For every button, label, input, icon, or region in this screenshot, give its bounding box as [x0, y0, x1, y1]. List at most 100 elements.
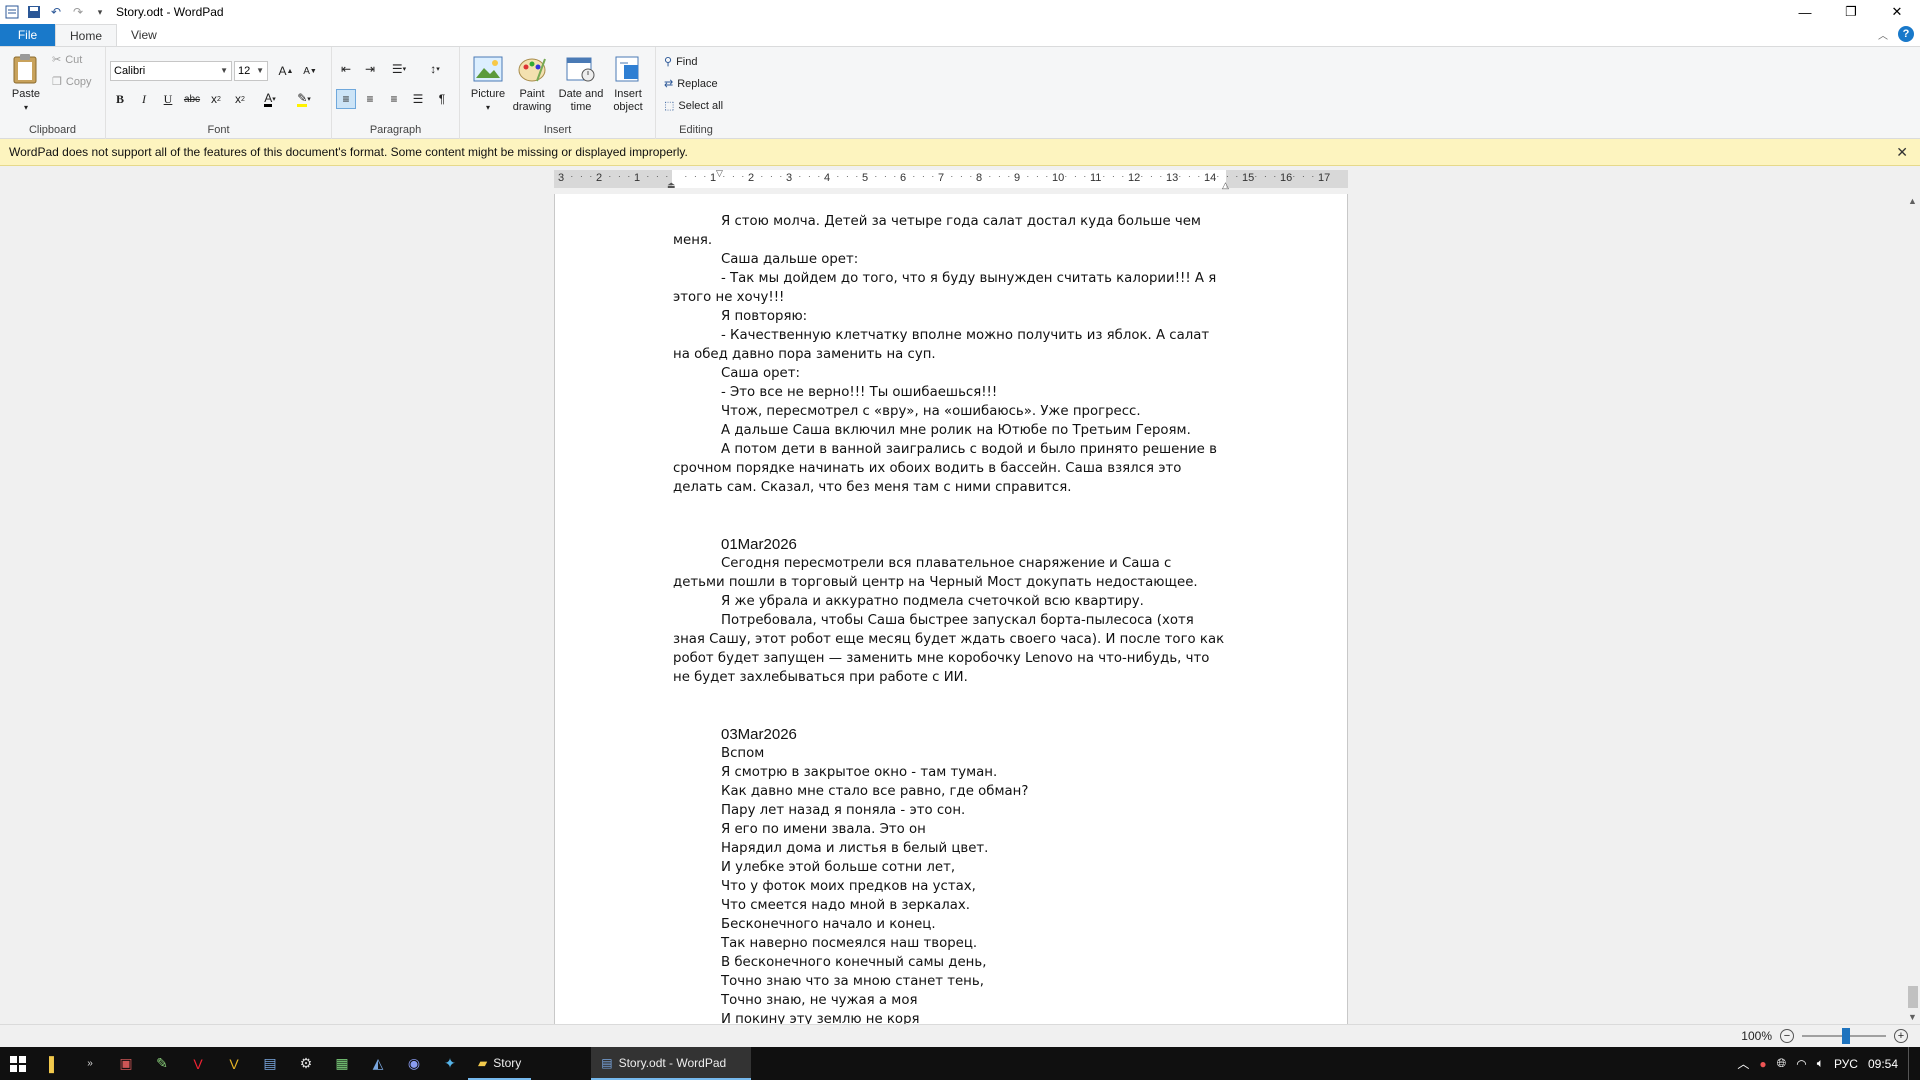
show-hidden-icons-icon[interactable]: ︿: [1737, 1055, 1749, 1072]
align-center-button[interactable]: ≡: [360, 89, 380, 109]
shrink-font-button[interactable]: A ▼: [300, 61, 320, 81]
ruler-tick: ·: [1311, 172, 1315, 181]
italic-button[interactable]: I: [134, 89, 154, 109]
bird-app-icon[interactable]: ✦: [432, 1047, 468, 1080]
tab-file[interactable]: File: [0, 24, 55, 46]
text-line: Точно знаю, не чужая а моя: [721, 993, 918, 1008]
ruler-tick: ·: [846, 172, 849, 181]
paste-dropdown-icon[interactable]: ▾: [24, 101, 28, 114]
quick-launch-more-icon[interactable]: »: [72, 1047, 108, 1080]
subscript-button[interactable]: x2: [206, 89, 226, 109]
select-all-label: Select all: [678, 99, 724, 112]
font-size-select[interactable]: 12 ▼: [234, 61, 268, 81]
copy-button[interactable]: ❐ Copy: [52, 75, 92, 89]
highlight-button[interactable]: ✎ ▾: [290, 89, 318, 109]
bold-button[interactable]: B: [110, 89, 130, 109]
first-line-indent-marker[interactable]: ▽: [716, 168, 723, 179]
picture-button[interactable]: Picture ▾: [466, 53, 510, 114]
system-tray: ︿ ● 🌐︎ ◠ 🔈︎ РУС 09:54: [1737, 1047, 1920, 1080]
wifi-icon[interactable]: ◠: [1796, 1057, 1806, 1071]
align-left-button[interactable]: ≡: [336, 89, 356, 109]
document-app-icon[interactable]: ▤: [252, 1047, 288, 1080]
ruler-tick: ·: [1178, 172, 1182, 181]
zoom-out-button[interactable]: −: [1780, 1029, 1794, 1043]
save-icon[interactable]: [26, 4, 42, 20]
underline-button[interactable]: U: [158, 89, 178, 109]
zoom-slider[interactable]: [1802, 1028, 1886, 1044]
zoom-slider-thumb[interactable]: [1842, 1028, 1850, 1044]
replace-label: Replace: [677, 77, 718, 90]
left-indent-marker[interactable]: ⏏: [667, 180, 676, 191]
network-icon[interactable]: 🌐︎: [1777, 1056, 1787, 1071]
ruler-tick: ·: [580, 172, 583, 181]
redo-icon[interactable]: ↷: [70, 4, 86, 20]
window-title: Story.odt - WordPad: [116, 5, 224, 19]
clock[interactable]: 09:54: [1868, 1057, 1898, 1071]
right-indent-marker[interactable]: △: [1222, 180, 1229, 191]
zoom-in-button[interactable]: +: [1894, 1029, 1908, 1043]
ruler-number: 1: [634, 172, 641, 184]
ruler[interactable]: 3 · · · 2 · · · 1 · · · · · · 1 · · · 2 · · · 3 · · · 4 · · · 5 · · · 6 · · · 7…: [554, 168, 1348, 191]
antivirus-icon[interactable]: ●: [1759, 1057, 1766, 1071]
maximize-button[interactable]: ❐: [1828, 0, 1874, 24]
language-indicator[interactable]: РУС: [1834, 1057, 1858, 1071]
vpn-icon[interactable]: ◭: [360, 1047, 396, 1080]
close-button[interactable]: ✕: [1874, 0, 1920, 24]
scroll-up-icon[interactable]: ▲: [1908, 196, 1917, 206]
notepad-icon[interactable]: ✎: [144, 1047, 180, 1080]
app-icon[interactable]: ▣: [108, 1047, 144, 1080]
paragraph-group-label: Paragraph: [369, 124, 422, 136]
windows-start-icon[interactable]: [0, 1047, 36, 1080]
paste-icon: [10, 53, 42, 85]
insert-object-button[interactable]: Insert object: [606, 53, 650, 114]
paste-button[interactable]: Paste ▾: [8, 53, 44, 114]
font-family-select[interactable]: Calibri ▼: [110, 61, 232, 81]
scrollbar-thumb[interactable]: [1908, 986, 1918, 1008]
customize-quick-access-icon[interactable]: ▾: [92, 4, 108, 20]
scroll-down-icon[interactable]: ▼: [1908, 1012, 1917, 1022]
show-desktop-button[interactable]: [1908, 1047, 1912, 1080]
wordpad-app-icon[interactable]: [4, 4, 20, 20]
bullets-button[interactable]: ☰ ▾: [384, 59, 414, 79]
document-text[interactable]: Я стою молча. Детей за четыре года салат…: [673, 212, 1227, 1024]
text-line: Точно знаю что за мною станет тень,: [721, 974, 984, 989]
settings-gear-icon[interactable]: ⚙: [288, 1047, 324, 1080]
taskbar-item-story-folder[interactable]: ▰ Story: [468, 1047, 532, 1080]
find-button[interactable]: ⚲ Find: [664, 55, 697, 69]
text-color-button[interactable]: A ▾: [256, 89, 284, 109]
increase-indent-button[interactable]: ⇥: [360, 59, 380, 79]
strikethrough-button[interactable]: abc: [182, 89, 202, 109]
ruler-tick: ·: [798, 172, 802, 181]
undo-icon[interactable]: ↶: [48, 4, 64, 20]
replace-icon: ⇄: [664, 78, 674, 90]
paragraph-dialog-button[interactable]: ¶: [432, 89, 452, 109]
document-page[interactable]: Я стою молча. Детей за четыре года салат…: [554, 194, 1348, 1024]
file-explorer-icon[interactable]: ▌: [36, 1047, 72, 1080]
superscript-button[interactable]: x2: [230, 89, 250, 109]
taskbar-item-wordpad[interactable]: ▤ Story.odt - WordPad: [591, 1047, 752, 1080]
discord-icon[interactable]: ◉: [396, 1047, 432, 1080]
spreadsheet-icon[interactable]: ▦: [324, 1047, 360, 1080]
paint-drawing-button[interactable]: Paint drawing: [510, 53, 554, 114]
grow-font-button[interactable]: A ▲: [276, 61, 296, 81]
minimize-button[interactable]: —: [1782, 0, 1828, 24]
vivaldi-icon[interactable]: V: [180, 1047, 216, 1080]
help-icon[interactable]: ?: [1898, 26, 1914, 42]
text-line: - Так мы дойдем до того, что я буду выну…: [673, 271, 1217, 305]
volume-icon[interactable]: 🔈︎: [1817, 1056, 1824, 1071]
collapse-ribbon-icon[interactable]: ︿: [1878, 27, 1888, 42]
justify-button[interactable]: ☰: [408, 89, 428, 109]
tab-home[interactable]: Home: [55, 24, 118, 46]
vertical-scrollbar[interactable]: ▲ ▼: [1906, 194, 1920, 1024]
align-right-button[interactable]: ≡: [384, 89, 404, 109]
line-spacing-button[interactable]: ↕ ▾: [420, 59, 450, 79]
v-app-icon[interactable]: V: [216, 1047, 252, 1080]
text-line: И улебке этой больше сотни лет,: [721, 860, 956, 875]
cut-button[interactable]: ✂ Cut: [52, 53, 82, 67]
replace-button[interactable]: ⇄ Replace: [664, 77, 718, 91]
close-icon[interactable]: ✕: [1896, 144, 1908, 161]
select-all-button[interactable]: ⬚ Select all: [664, 99, 724, 113]
date-time-button[interactable]: Date and time: [556, 53, 606, 114]
tab-view[interactable]: View: [117, 24, 171, 46]
decrease-indent-button[interactable]: ⇤: [336, 59, 356, 79]
